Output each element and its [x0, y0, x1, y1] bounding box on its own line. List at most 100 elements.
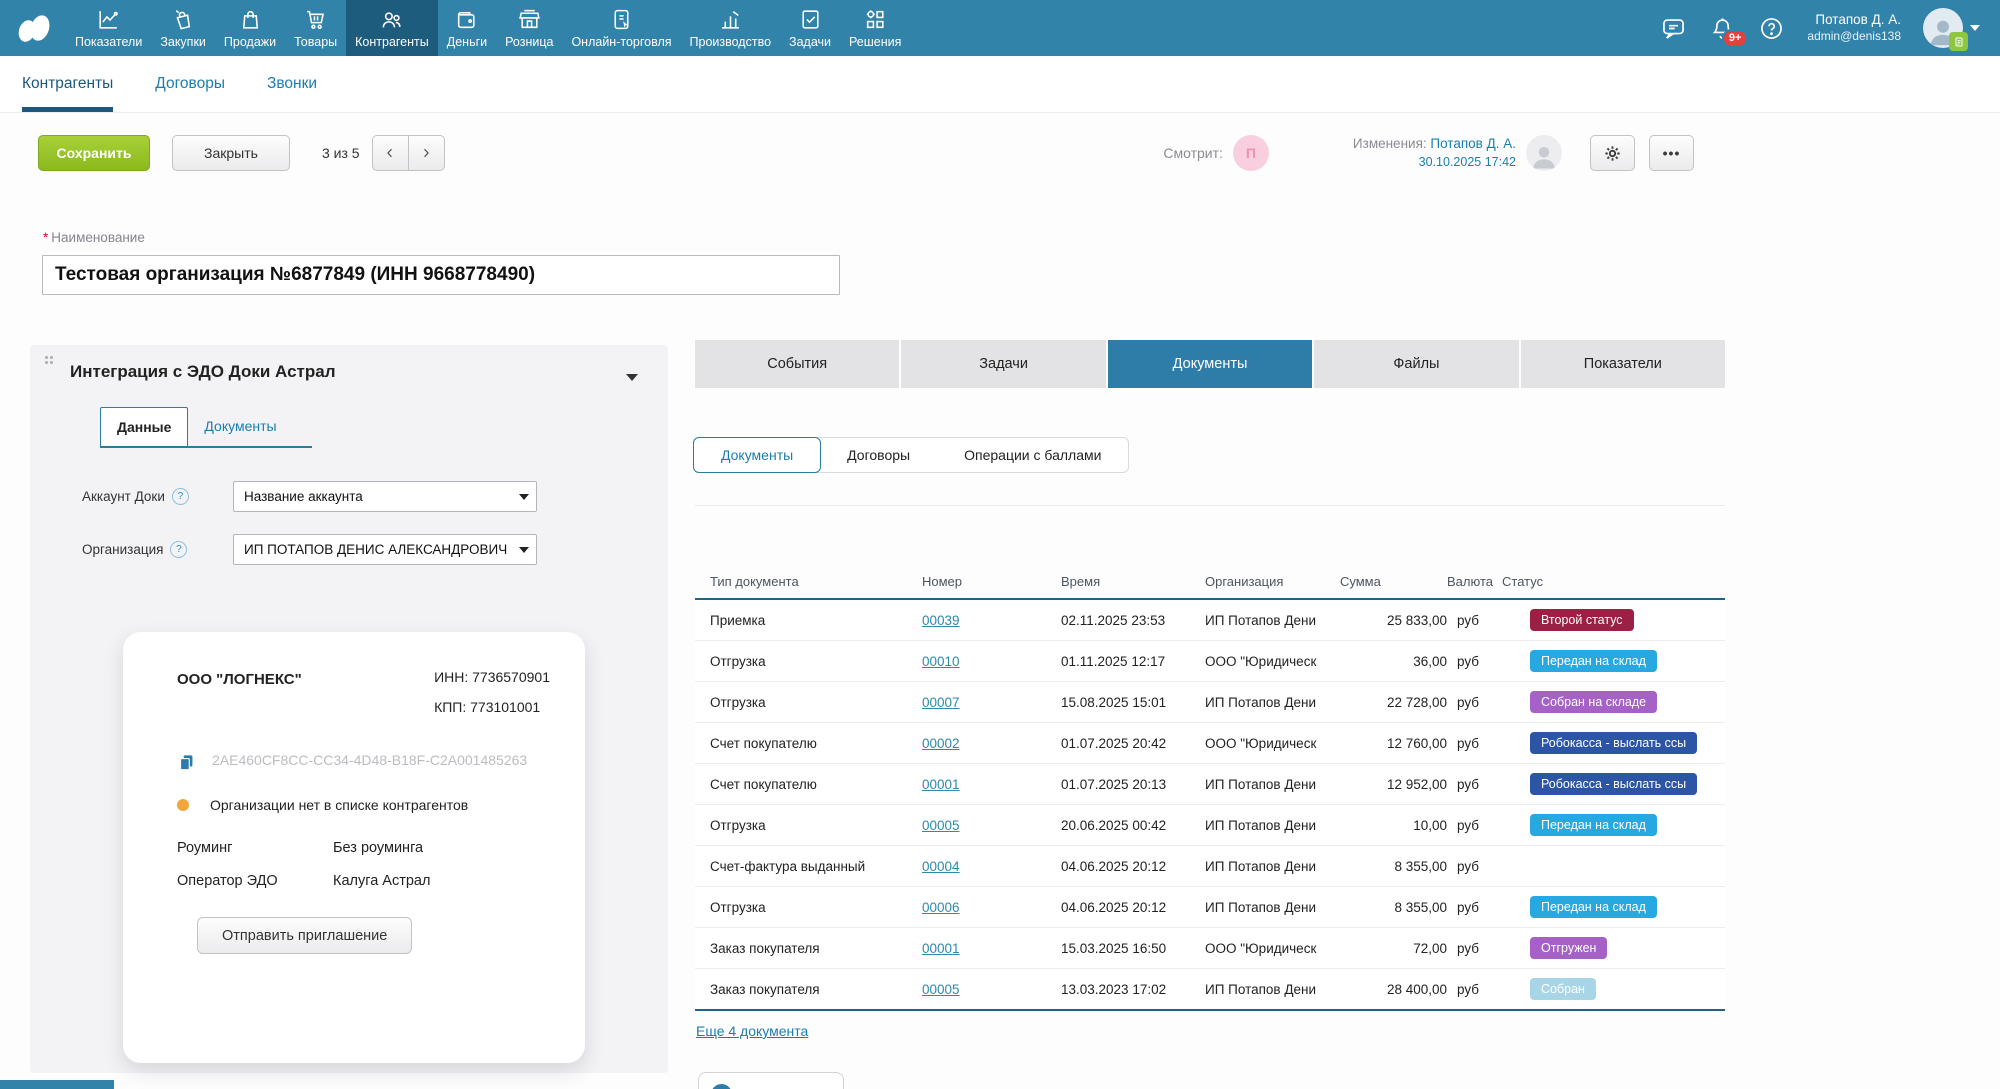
document-number-link[interactable]: 00005: [922, 818, 960, 833]
document-subtab-label: Документы: [721, 447, 793, 463]
table-row[interactable]: Отгрузка 00005 20.06.2025 00:42 ИП Потап…: [695, 805, 1725, 846]
cell-amount: 8 355,00: [1340, 859, 1447, 874]
document-number-link[interactable]: 00006: [922, 900, 960, 915]
cell-organization: ИП Потапов Дени: [1205, 818, 1340, 833]
document-subtab[interactable]: Документы: [693, 437, 821, 473]
settings-button[interactable]: [1590, 135, 1635, 171]
cell-amount: 36,00: [1340, 654, 1447, 669]
cell-document-type: Отгрузка: [710, 695, 922, 710]
table-row[interactable]: Приемка 00039 02.11.2025 23:53 ИП Потапо…: [695, 600, 1725, 641]
close-button[interactable]: Закрыть: [172, 135, 290, 171]
main-menu-item[interactable]: Закупки: [151, 0, 215, 56]
main-menu-item[interactable]: Решения: [840, 0, 910, 56]
document-number-link[interactable]: 00005: [922, 982, 960, 997]
table-row[interactable]: Заказ покупателя 00005 13.03.2023 17:02 …: [695, 969, 1725, 1011]
pager-position: 3 из 5: [322, 145, 360, 161]
table-row[interactable]: Отгрузка 00007 15.08.2025 15:01 ИП Потап…: [695, 682, 1725, 723]
status-badge: Передан на склад: [1530, 896, 1657, 919]
table-column-header: Валюта: [1447, 574, 1502, 589]
section-nav-item[interactable]: Звонки: [267, 56, 317, 112]
roaming-value: Без роуминга: [333, 840, 550, 856]
document-number-link[interactable]: 00001: [922, 941, 960, 956]
table-row[interactable]: Заказ покупателя 00001 15.03.2025 16:50 …: [695, 928, 1725, 969]
document-number-link[interactable]: 00002: [922, 736, 960, 751]
user-menu[interactable]: [1923, 8, 1980, 48]
table-row[interactable]: Отгрузка 00006 04.06.2025 20:12 ИП Потап…: [695, 887, 1725, 928]
menu-item-icon: [798, 7, 823, 32]
save-button[interactable]: Сохранить: [38, 135, 150, 171]
next-record-button[interactable]: [408, 135, 445, 171]
ellipsis-icon: •••: [1663, 145, 1681, 161]
more-actions-button[interactable]: •••: [1649, 135, 1694, 171]
document-number-link[interactable]: 00007: [922, 695, 960, 710]
content-tab[interactable]: Задачи: [901, 340, 1105, 388]
main-menu-item[interactable]: Показатели: [66, 0, 151, 56]
menu-item-icon: [303, 7, 328, 32]
menu-item-icon: [171, 7, 196, 32]
main-menu-item[interactable]: Товары: [285, 0, 346, 56]
add-document-button[interactable]: +: [698, 1072, 844, 1089]
document-number-link[interactable]: 00010: [922, 654, 960, 669]
main-menu-item[interactable]: Деньги: [438, 0, 496, 56]
content-tab-label: События: [767, 356, 827, 372]
edo-details: Роуминг Без роуминга Оператор ЭДО Калуга…: [177, 840, 550, 889]
notifications-bell-icon[interactable]: 9+: [1709, 15, 1736, 42]
table-row[interactable]: Счет покупателю 00002 01.07.2025 20:42 О…: [695, 723, 1725, 764]
content-tab[interactable]: Документы: [1108, 340, 1312, 388]
edo-field-select[interactable]: Название аккаунта: [233, 481, 537, 512]
help-tooltip-icon[interactable]: [170, 541, 187, 558]
edo-tab[interactable]: Документы: [188, 407, 292, 446]
cell-organization: ИП Потапов Дени: [1205, 900, 1340, 915]
content-tab[interactable]: Показатели: [1521, 340, 1725, 388]
copy-icon[interactable]: [177, 752, 196, 773]
table-row[interactable]: Счет-фактура выданный 00004 04.06.2025 2…: [695, 846, 1725, 887]
warning-dot-icon: [177, 799, 189, 811]
main-menu-item[interactable]: Розница: [496, 0, 562, 56]
help-icon[interactable]: [1758, 15, 1785, 42]
drag-handle-icon[interactable]: [44, 355, 53, 364]
cell-datetime: 15.03.2025 16:50: [1061, 941, 1205, 956]
document-number-link[interactable]: 00004: [922, 859, 960, 874]
user-info[interactable]: Потапов Д. А. admin@denis138: [1807, 11, 1901, 44]
content-tab[interactable]: Файлы: [1314, 340, 1518, 388]
changes-date-link[interactable]: 30.10.2025 17:42: [1419, 155, 1516, 169]
help-tooltip-icon[interactable]: [172, 488, 189, 505]
cell-organization: ООО "Юридическ: [1205, 941, 1340, 956]
more-documents-link[interactable]: Еще 4 документа: [696, 1023, 808, 1039]
main-menu-item[interactable]: Продажи: [215, 0, 285, 56]
document-number-link[interactable]: 00001: [922, 777, 960, 792]
document-subtab[interactable]: Операции с баллами: [937, 438, 1128, 472]
name-input[interactable]: [42, 255, 840, 295]
status-badge: Второй статус: [1530, 609, 1634, 632]
chat-icon[interactable]: [1660, 15, 1687, 42]
cell-currency: руб: [1447, 900, 1502, 915]
collapse-caret-icon[interactable]: [626, 374, 638, 381]
card-header: ООО "ЛОГНЕКС" ИНН: 7736570901 КПП: 77310…: [177, 662, 550, 722]
edo-tab[interactable]: Данные: [100, 407, 188, 446]
prev-record-button[interactable]: [372, 135, 409, 171]
table-row[interactable]: Счет покупателю 00001 01.07.2025 20:13 И…: [695, 764, 1725, 805]
menu-item-label: Производство: [690, 35, 772, 49]
main-menu-item[interactable]: Онлайн-торговля: [562, 0, 680, 56]
changes-author-link[interactable]: Потапов Д. А.: [1430, 136, 1516, 151]
app-logo[interactable]: [0, 0, 66, 56]
section-nav-item[interactable]: Контрагенты: [22, 56, 113, 112]
table-row[interactable]: Отгрузка 00010 01.11.2025 12:17 ООО "Юри…: [695, 641, 1725, 682]
menu-item-icon: [238, 7, 263, 32]
watcher-avatar: П: [1233, 135, 1269, 171]
main-menu-item[interactable]: Производство: [681, 0, 781, 56]
operator-label: Оператор ЭДО: [177, 873, 333, 889]
edo-field-select[interactable]: ИП ПОТАПОВ ДЕНИС АЛЕКСАНДРОВИЧ: [233, 534, 537, 565]
document-subtab[interactable]: Договоры: [820, 438, 937, 472]
main-menu-item[interactable]: Задачи: [780, 0, 840, 56]
edo-field-label: Организация: [82, 541, 233, 558]
edo-tab-label: Документы: [204, 418, 276, 434]
main-menu-item[interactable]: Контрагенты: [346, 0, 438, 56]
edo-tabs: Данные Документы: [100, 407, 312, 448]
section-nav-item[interactable]: Договоры: [155, 56, 225, 112]
send-invitation-button[interactable]: Отправить приглашение: [197, 917, 412, 954]
menu-item-icon: [454, 7, 479, 32]
content-tab[interactable]: События: [695, 340, 899, 388]
document-number-link[interactable]: 00039: [922, 613, 960, 628]
required-mark: *: [43, 230, 48, 245]
